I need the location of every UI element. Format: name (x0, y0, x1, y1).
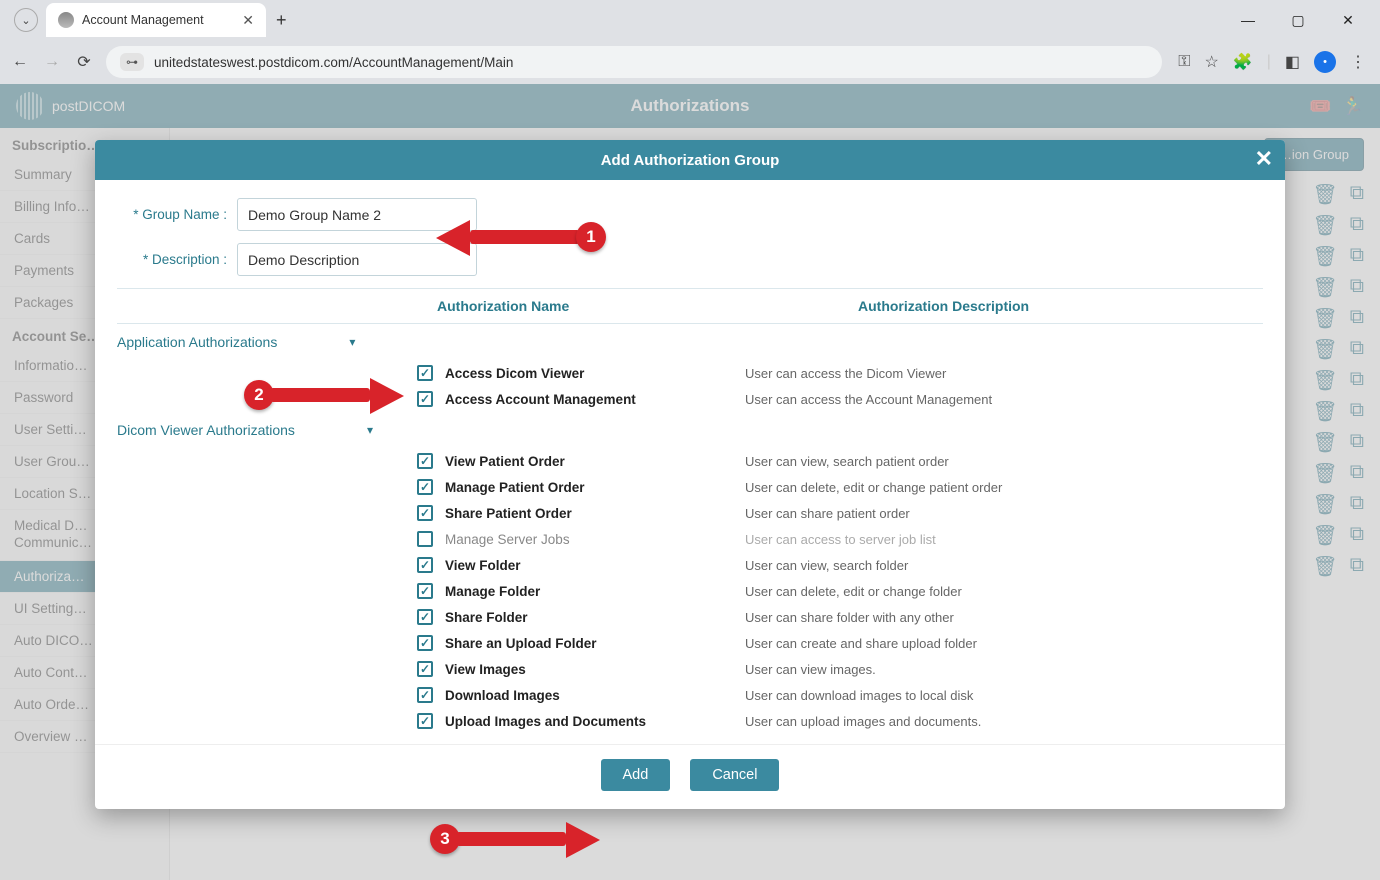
cancel-button[interactable]: Cancel (690, 759, 779, 791)
description-label: * Description : (117, 252, 227, 267)
authorization-row: Share FolderUser can share folder with a… (117, 604, 1263, 630)
auth-checkbox[interactable] (417, 687, 433, 703)
favicon-icon (58, 12, 74, 28)
site-info-icon[interactable]: ⊶ (120, 53, 144, 71)
auth-checkbox[interactable] (417, 479, 433, 495)
chevron-down-icon: ▾ (367, 423, 373, 437)
chevron-down-icon: ▾ (349, 335, 355, 349)
auth-name: Manage Patient Order (445, 480, 745, 495)
auth-name: View Patient Order (445, 454, 745, 469)
url-bar[interactable]: ⊶ unitedstateswest.postdicom.com/Account… (106, 46, 1162, 78)
auth-desc: User can access to server job list (745, 532, 1263, 547)
browser-titlebar: ⌄ Account Management ✕ + — ▢ ✕ (0, 0, 1380, 40)
auth-checkbox[interactable] (417, 531, 433, 547)
new-tab-button[interactable]: + (276, 10, 287, 31)
auth-group-header[interactable]: Application Authorizations▾ (117, 324, 1263, 360)
window-minimize-button[interactable]: — (1234, 12, 1262, 29)
auth-desc: User can create and share upload folder (745, 636, 1263, 651)
auth-checkbox[interactable] (417, 557, 433, 573)
authorization-row: View ImagesUser can view images. (117, 656, 1263, 682)
auth-checkbox[interactable] (417, 583, 433, 599)
authorization-row: Access Account ManagementUser can access… (117, 386, 1263, 412)
auth-name: View Images (445, 662, 745, 677)
profile-avatar[interactable]: • (1314, 51, 1336, 73)
group-name-label: * Group Name : (117, 207, 227, 222)
tab-title: Account Management (82, 13, 234, 27)
auth-desc: User can access the Dicom Viewer (745, 366, 1263, 381)
auth-name: Share Patient Order (445, 506, 745, 521)
auth-checkbox[interactable] (417, 609, 433, 625)
description-input[interactable] (237, 243, 477, 276)
authorization-row: View FolderUser can view, search folder (117, 552, 1263, 578)
auth-desc: User can delete, edit or change folder (745, 584, 1263, 599)
authorization-row: Manage Patient OrderUser can delete, edi… (117, 474, 1263, 500)
add-button[interactable]: Add (601, 759, 671, 791)
modal-close-icon[interactable]: ✕ (1255, 146, 1273, 172)
auth-desc: User can download images to local disk (745, 688, 1263, 703)
authorization-row: Manage FolderUser can delete, edit or ch… (117, 578, 1263, 604)
auth-name: Upload Images and Documents (445, 714, 745, 729)
column-auth-name: Authorization Name (417, 298, 842, 314)
auth-desc: User can view images. (745, 662, 1263, 677)
tab-search-button[interactable]: ⌄ (14, 8, 38, 32)
auth-name: Manage Server Jobs (445, 532, 745, 547)
add-authorization-group-modal: Add Authorization Group ✕ * Group Name :… (95, 140, 1285, 809)
authorization-row: Share an Upload FolderUser can create an… (117, 630, 1263, 656)
auth-name: View Folder (445, 558, 745, 573)
auth-name: Download Images (445, 688, 745, 703)
auth-checkbox[interactable] (417, 505, 433, 521)
nav-forward-button[interactable]: → (42, 53, 62, 71)
auth-name: Share an Upload Folder (445, 636, 745, 651)
auth-checkbox[interactable] (417, 661, 433, 677)
extensions-icon[interactable]: 🧩 (1233, 52, 1253, 72)
auth-desc: User can view, search patient order (745, 454, 1263, 469)
auth-desc: User can share folder with any other (745, 610, 1263, 625)
auth-desc: User can access the Account Management (745, 392, 1263, 407)
tab-close-icon[interactable]: ✕ (242, 12, 254, 29)
modal-header: Add Authorization Group ✕ (95, 140, 1285, 180)
auth-checkbox[interactable] (417, 391, 433, 407)
auth-desc: User can share patient order (745, 506, 1263, 521)
authorization-row: Share Patient OrderUser can share patien… (117, 500, 1263, 526)
chrome-menu-icon[interactable]: ⋮ (1350, 52, 1366, 72)
authorization-row: Upload Images and DocumentsUser can uplo… (117, 708, 1263, 734)
auth-checkbox[interactable] (417, 713, 433, 729)
window-maximize-button[interactable]: ▢ (1284, 12, 1312, 29)
auth-checkbox[interactable] (417, 365, 433, 381)
authorization-row: Download ImagesUser can download images … (117, 682, 1263, 708)
auth-name: Share Folder (445, 610, 745, 625)
password-key-icon[interactable]: ⚿ (1178, 53, 1190, 71)
auth-checkbox[interactable] (417, 635, 433, 651)
auth-desc: User can view, search folder (745, 558, 1263, 573)
modal-overlay: Add Authorization Group ✕ * Group Name :… (0, 84, 1380, 880)
authorization-row: Manage Server JobsUser can access to ser… (117, 526, 1263, 552)
browser-tab[interactable]: Account Management ✕ (46, 3, 266, 37)
bookmark-star-icon[interactable]: ☆ (1204, 52, 1218, 72)
nav-reload-button[interactable]: ⟳ (74, 52, 94, 72)
browser-toolbar: ← → ⟳ ⊶ unitedstateswest.postdicom.com/A… (0, 40, 1380, 84)
window-close-button[interactable]: ✕ (1334, 12, 1362, 29)
sidepanel-icon[interactable]: ◧ (1285, 52, 1300, 72)
auth-desc: User can upload images and documents. (745, 714, 1263, 729)
authorization-row: Access Dicom ViewerUser can access the D… (117, 360, 1263, 386)
auth-name: Access Dicom Viewer (445, 366, 745, 381)
column-auth-desc: Authorization Description (842, 298, 1263, 314)
auth-group-header[interactable]: Dicom Viewer Authorizations▾ (117, 412, 1263, 448)
group-name-input[interactable] (237, 198, 477, 231)
authorization-row: View Patient OrderUser can view, search … (117, 448, 1263, 474)
nav-back-button[interactable]: ← (10, 53, 30, 71)
auth-name: Manage Folder (445, 584, 745, 599)
url-text: unitedstateswest.postdicom.com/AccountMa… (154, 55, 513, 70)
authorization-list[interactable]: Application Authorizations▾Access Dicom … (117, 324, 1263, 734)
auth-desc: User can delete, edit or change patient … (745, 480, 1263, 495)
auth-name: Access Account Management (445, 392, 745, 407)
auth-checkbox[interactable] (417, 453, 433, 469)
